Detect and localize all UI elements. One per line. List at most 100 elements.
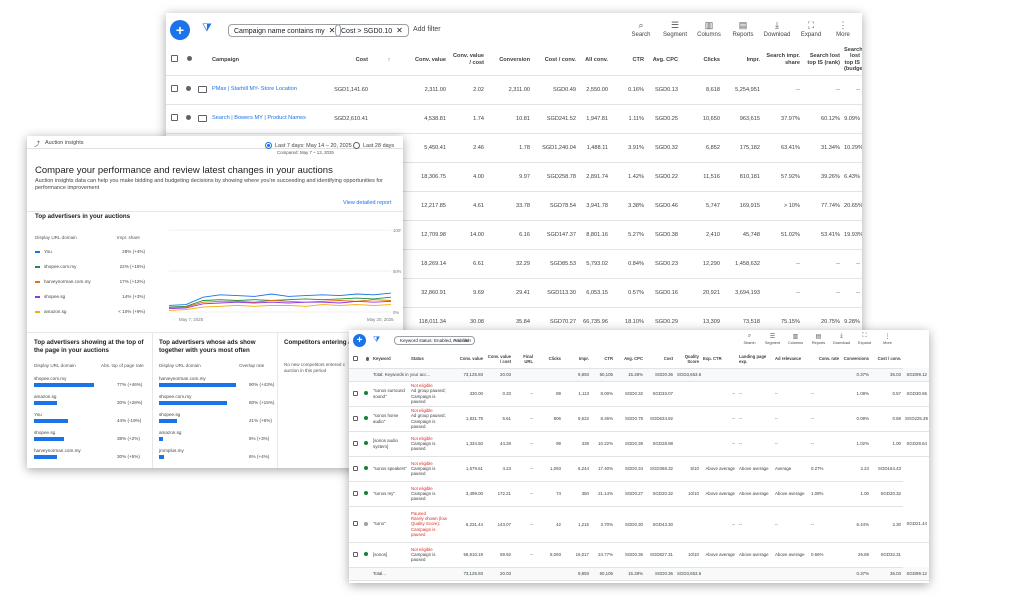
col-header[interactable]: Campaign xyxy=(210,45,330,76)
row-checkbox[interactable] xyxy=(166,104,182,134)
table-row[interactable]: [sonos] Not eligible Campaign is paused 58,… xyxy=(349,542,929,568)
col-header[interactable]: Avg. CPC xyxy=(615,352,645,369)
keyword-text[interactable]: "sonos my" xyxy=(371,481,409,507)
col-header[interactable]: Search impr. share xyxy=(762,45,802,76)
select-all-checkbox[interactable] xyxy=(349,352,361,369)
col-header[interactable]: Conversions xyxy=(841,352,871,369)
status-dot[interactable] xyxy=(361,506,371,543)
columns-button[interactable]: ▥ Columns xyxy=(784,333,807,345)
col-header[interactable]: Impr. xyxy=(722,45,762,76)
col-header[interactable]: Status xyxy=(409,352,453,369)
add-filter-button[interactable]: Add filter xyxy=(413,26,441,33)
row-checkbox[interactable] xyxy=(349,456,361,482)
filter-icon[interactable]: ⧩ xyxy=(373,335,380,345)
date-range-7-days[interactable]: Last 7 days: May 14 – 20, 2025 xyxy=(265,142,352,149)
status-dot[interactable] xyxy=(361,481,371,507)
radio-selected-icon[interactable] xyxy=(265,142,272,149)
keyword-text[interactable]: "sonos surround sound" xyxy=(371,381,409,407)
table-row[interactable]: "sonos my" Not eligible Campaign is paused… xyxy=(349,481,929,507)
col-header[interactable]: Exp. CTR xyxy=(701,352,737,369)
download-button[interactable]: ⤓ Download xyxy=(830,333,853,345)
row-checkbox[interactable] xyxy=(349,542,361,568)
table-row[interactable]: "sono" Paused Rarely shown (low Quality Sc… xyxy=(349,506,929,543)
keyword-text[interactable]: [sonos] xyxy=(371,542,409,568)
campaign-name-link[interactable]: PMax | Starhill MY- Store Location xyxy=(210,75,330,105)
status-dot[interactable] xyxy=(361,542,371,568)
row-checkbox[interactable] xyxy=(349,506,361,543)
filter-icon[interactable]: ⧩ xyxy=(202,22,212,35)
col-header[interactable]: Search lost top IS (budget) xyxy=(842,45,862,76)
filter-chip-campaign[interactable]: Campaign name contains my ✕ xyxy=(228,24,342,37)
status-dot[interactable] xyxy=(361,456,371,482)
add-filter-button[interactable]: Add filter xyxy=(453,338,471,343)
col-header[interactable]: Search lost top IS (rank) xyxy=(802,45,842,76)
table-row[interactable]: "sonos speakers" Not eligible Campaign is … xyxy=(349,456,929,482)
keyword-text[interactable]: "sonos home audio" xyxy=(371,406,409,432)
col-header[interactable]: Ad relevance xyxy=(773,352,809,369)
table-row[interactable]: PMax | Starhill MY- Store Location SGD1,1… xyxy=(166,75,862,105)
col-header[interactable]: Cost xyxy=(645,352,675,369)
status-dot[interactable] xyxy=(361,381,371,407)
row-checkbox[interactable] xyxy=(349,481,361,507)
col-header[interactable]: Conversion xyxy=(486,45,532,76)
search-button[interactable]: ⌕ Search xyxy=(738,333,761,345)
keyword-text[interactable]: [sonos audio system] xyxy=(371,431,409,457)
columns-button[interactable]: ▥ Columns xyxy=(692,20,726,38)
table-row[interactable]: Total... 73,125.93 20.03 9,893 60,105 15.28% S… xyxy=(349,567,929,581)
keyword-text[interactable]: "sono" xyxy=(371,506,409,543)
status-dot[interactable] xyxy=(182,104,194,134)
download-button[interactable]: ⤓ Download xyxy=(760,20,794,38)
sort-arrow-icon[interactable]: ↑ xyxy=(370,45,408,76)
col-header[interactable]: Conv. value / cost xyxy=(485,352,513,369)
col-header[interactable]: Conv. value xyxy=(408,45,448,76)
reports-button[interactable]: ▤ Reports xyxy=(726,20,760,38)
col-header[interactable]: CTR xyxy=(610,45,646,76)
view-report-link[interactable]: View detailed report xyxy=(343,200,392,206)
col-header[interactable]: Final URL xyxy=(513,352,535,369)
more-button[interactable]: ⋮ More xyxy=(876,333,899,345)
col-header[interactable]: All conv. xyxy=(578,45,610,76)
row-checkbox[interactable] xyxy=(349,381,361,407)
col-header[interactable]: Conv. value xyxy=(453,352,485,369)
expand-button[interactable]: ⛶ Expand xyxy=(794,20,828,38)
campaign-name-link[interactable]: Search | Bowers MY | Product Names xyxy=(210,104,330,134)
close-icon[interactable]: ✕ xyxy=(396,26,403,35)
table-row[interactable]: [sonos audio system] Not eligible Campaign… xyxy=(349,431,929,457)
date-range-28-days[interactable]: Last 28 days xyxy=(353,142,394,149)
col-header[interactable]: Clicks xyxy=(535,352,563,369)
col-header[interactable]: Landing page exp. xyxy=(737,352,773,369)
status-dot[interactable] xyxy=(361,431,371,457)
status-dot[interactable] xyxy=(361,406,371,432)
col-header[interactable]: Conv. value / cost xyxy=(448,45,486,76)
radio-icon[interactable] xyxy=(353,142,360,149)
col-header[interactable]: Conv. rate xyxy=(809,352,841,369)
col-header[interactable]: Cost / conv. xyxy=(871,352,903,369)
col-header[interactable]: Keyword xyxy=(371,352,409,369)
reports-button[interactable]: ▤ Reports xyxy=(807,333,830,345)
add-button[interactable]: + xyxy=(170,20,190,40)
search-button[interactable]: ⌕ Search xyxy=(624,20,658,38)
col-header[interactable]: Impr. xyxy=(563,352,591,369)
filter-chip-cost[interactable]: Cost > SGD0.10 ✕ xyxy=(335,24,409,37)
expand-button[interactable]: ⛶ Expand xyxy=(853,333,876,345)
row-checkbox[interactable] xyxy=(349,431,361,457)
more-button[interactable]: ⋮ More xyxy=(826,20,860,38)
table-row[interactable]: Total: Keywords in your acc... 73,125.93 2… xyxy=(349,368,929,382)
row-checkbox[interactable] xyxy=(166,75,182,105)
segment-button[interactable]: ☰ Segment xyxy=(658,20,692,38)
col-header[interactable]: CTR xyxy=(591,352,615,369)
row-checkbox[interactable] xyxy=(349,406,361,432)
keyword-text[interactable]: "sonos speakers" xyxy=(371,456,409,482)
col-header[interactable]: Avg. CPC xyxy=(646,45,680,76)
status-dot[interactable] xyxy=(182,75,194,105)
table-row[interactable]: "sonos surround sound" Not eligible Ad gro… xyxy=(349,381,929,407)
col-header[interactable]: Cost xyxy=(330,45,370,76)
select-all-checkbox[interactable] xyxy=(166,45,182,76)
table-row[interactable]: Search | Bowers MY | Product Names SGD2,6… xyxy=(166,104,862,134)
segment-button[interactable]: ☰ Segment xyxy=(761,333,784,345)
col-header[interactable]: Quality Score xyxy=(675,352,701,369)
col-header[interactable]: Clicks xyxy=(680,45,722,76)
col-header[interactable]: Cost / conv. xyxy=(532,45,578,76)
table-row[interactable]: "sonos home audio" Not eligible Ad group p… xyxy=(349,406,929,432)
add-button[interactable]: + xyxy=(353,334,366,347)
